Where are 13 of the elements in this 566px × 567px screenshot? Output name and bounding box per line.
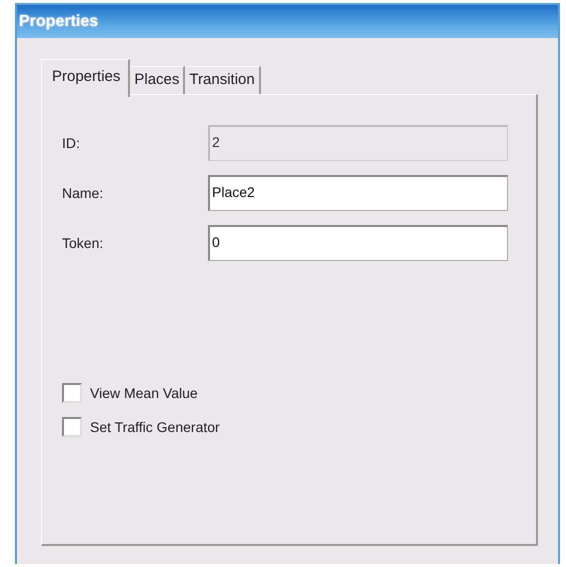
tab[interactable]: Places	[130, 66, 186, 94]
field-label: ID:	[62, 135, 81, 151]
checkbox[interactable]	[62, 383, 82, 403]
field-label: Name:	[62, 185, 104, 201]
tab[interactable]: Transition	[185, 66, 261, 94]
text-field[interactable]: Place2	[208, 175, 508, 211]
checkbox-label: Set Traffic Generator	[90, 419, 220, 435]
checkbox-label: View Mean Value	[90, 385, 198, 401]
checkbox[interactable]	[62, 417, 82, 437]
text-field[interactable]: 0	[208, 225, 508, 261]
window-title: Properties	[17, 5, 558, 38]
tab[interactable]: Properties	[41, 59, 130, 97]
field-label: Token:	[62, 235, 104, 251]
